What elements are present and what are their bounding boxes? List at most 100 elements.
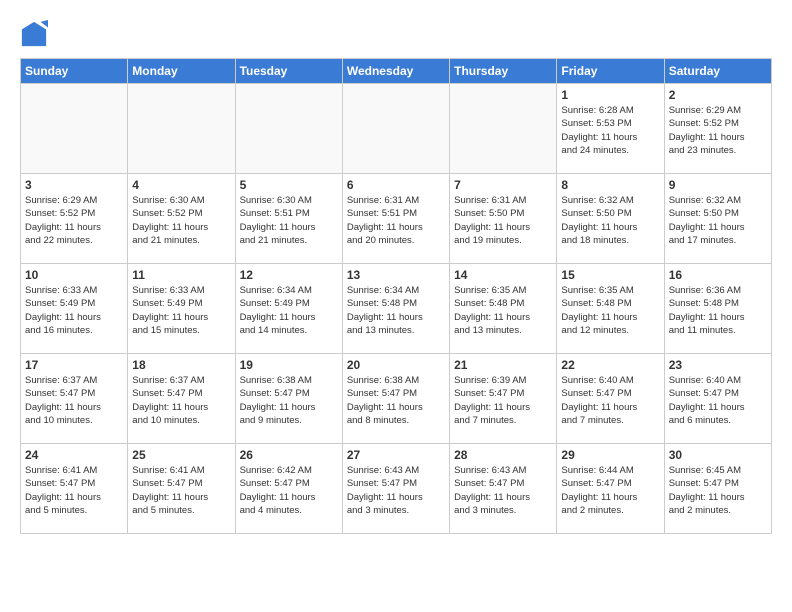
day-cell: 23 Sunrise: 6:40 AM Sunset: 5:47 PM Dayli… xyxy=(664,354,771,444)
day-info: Sunrise: 6:32 AM Sunset: 5:50 PM Dayligh… xyxy=(669,194,767,247)
calendar-body: 1 Sunrise: 6:28 AM Sunset: 5:53 PM Daylig… xyxy=(21,84,772,534)
day-number: 21 xyxy=(454,358,552,372)
day-number: 11 xyxy=(132,268,230,282)
week-row-5: 24 Sunrise: 6:41 AM Sunset: 5:47 PM Dayli… xyxy=(21,444,772,534)
day-info: Sunrise: 6:32 AM Sunset: 5:50 PM Dayligh… xyxy=(561,194,659,247)
day-info: Sunrise: 6:44 AM Sunset: 5:47 PM Dayligh… xyxy=(561,464,659,517)
weekday-header-wednesday: Wednesday xyxy=(342,59,449,84)
day-number: 18 xyxy=(132,358,230,372)
day-cell: 13 Sunrise: 6:34 AM Sunset: 5:48 PM Dayli… xyxy=(342,264,449,354)
day-cell: 21 Sunrise: 6:39 AM Sunset: 5:47 PM Dayli… xyxy=(450,354,557,444)
day-info: Sunrise: 6:34 AM Sunset: 5:48 PM Dayligh… xyxy=(347,284,445,337)
header xyxy=(20,20,772,48)
day-number: 6 xyxy=(347,178,445,192)
day-info: Sunrise: 6:29 AM Sunset: 5:52 PM Dayligh… xyxy=(669,104,767,157)
day-info: Sunrise: 6:28 AM Sunset: 5:53 PM Dayligh… xyxy=(561,104,659,157)
day-info: Sunrise: 6:40 AM Sunset: 5:47 PM Dayligh… xyxy=(561,374,659,427)
day-cell: 28 Sunrise: 6:43 AM Sunset: 5:47 PM Dayli… xyxy=(450,444,557,534)
day-info: Sunrise: 6:40 AM Sunset: 5:47 PM Dayligh… xyxy=(669,374,767,427)
weekday-header-row: SundayMondayTuesdayWednesdayThursdayFrid… xyxy=(21,59,772,84)
day-cell: 11 Sunrise: 6:33 AM Sunset: 5:49 PM Dayli… xyxy=(128,264,235,354)
day-cell: 6 Sunrise: 6:31 AM Sunset: 5:51 PM Daylig… xyxy=(342,174,449,264)
weekday-header-sunday: Sunday xyxy=(21,59,128,84)
day-cell: 7Sunrise: 6:31 AM Sunset: 5:50 PM Daylig… xyxy=(450,174,557,264)
day-number: 9 xyxy=(669,178,767,192)
calendar-table: SundayMondayTuesdayWednesdayThursdayFrid… xyxy=(20,58,772,534)
weekday-header-thursday: Thursday xyxy=(450,59,557,84)
day-cell: 27 Sunrise: 6:43 AM Sunset: 5:47 PM Dayli… xyxy=(342,444,449,534)
day-number: 1 xyxy=(561,88,659,102)
day-number: 28 xyxy=(454,448,552,462)
day-cell: 1 Sunrise: 6:28 AM Sunset: 5:53 PM Daylig… xyxy=(557,84,664,174)
day-number: 14 xyxy=(454,268,552,282)
day-cell xyxy=(128,84,235,174)
weekday-header-saturday: Saturday xyxy=(664,59,771,84)
day-info: Sunrise: 6:33 AM Sunset: 5:49 PM Dayligh… xyxy=(132,284,230,337)
day-number: 23 xyxy=(669,358,767,372)
day-number: 8 xyxy=(561,178,659,192)
day-info: Sunrise: 6:41 AM Sunset: 5:47 PM Dayligh… xyxy=(132,464,230,517)
day-cell xyxy=(235,84,342,174)
day-cell xyxy=(21,84,128,174)
day-cell: 3 Sunrise: 6:29 AM Sunset: 5:52 PM Daylig… xyxy=(21,174,128,264)
day-number: 3 xyxy=(25,178,123,192)
day-number: 15 xyxy=(561,268,659,282)
day-cell: 10 Sunrise: 6:33 AM Sunset: 5:49 PM Dayli… xyxy=(21,264,128,354)
day-cell: 8 Sunrise: 6:32 AM Sunset: 5:50 PM Daylig… xyxy=(557,174,664,264)
logo xyxy=(20,20,52,48)
day-info: Sunrise: 6:29 AM Sunset: 5:52 PM Dayligh… xyxy=(25,194,123,247)
day-number: 16 xyxy=(669,268,767,282)
week-row-2: 3 Sunrise: 6:29 AM Sunset: 5:52 PM Daylig… xyxy=(21,174,772,264)
day-cell: 2 Sunrise: 6:29 AM Sunset: 5:52 PM Daylig… xyxy=(664,84,771,174)
day-info: Sunrise: 6:41 AM Sunset: 5:47 PM Dayligh… xyxy=(25,464,123,517)
day-number: 4 xyxy=(132,178,230,192)
day-cell: 29 Sunrise: 6:44 AM Sunset: 5:47 PM Dayli… xyxy=(557,444,664,534)
week-row-3: 10 Sunrise: 6:33 AM Sunset: 5:49 PM Dayli… xyxy=(21,264,772,354)
day-info: Sunrise: 6:39 AM Sunset: 5:47 PM Dayligh… xyxy=(454,374,552,427)
day-info: Sunrise: 6:35 AM Sunset: 5:48 PM Dayligh… xyxy=(561,284,659,337)
day-number: 20 xyxy=(347,358,445,372)
day-cell: 26Sunrise: 6:42 AM Sunset: 5:47 PM Dayli… xyxy=(235,444,342,534)
day-cell: 25 Sunrise: 6:41 AM Sunset: 5:47 PM Dayli… xyxy=(128,444,235,534)
logo-icon xyxy=(20,20,48,48)
day-info: Sunrise: 6:36 AM Sunset: 5:48 PM Dayligh… xyxy=(669,284,767,337)
day-cell: 15 Sunrise: 6:35 AM Sunset: 5:48 PM Dayli… xyxy=(557,264,664,354)
day-number: 27 xyxy=(347,448,445,462)
day-info: Sunrise: 6:35 AM Sunset: 5:48 PM Dayligh… xyxy=(454,284,552,337)
day-cell: 18 Sunrise: 6:37 AM Sunset: 5:47 PM Dayli… xyxy=(128,354,235,444)
day-cell: 12 Sunrise: 6:34 AM Sunset: 5:49 PM Dayli… xyxy=(235,264,342,354)
day-cell xyxy=(450,84,557,174)
day-cell: 14 Sunrise: 6:35 AM Sunset: 5:48 PM Dayli… xyxy=(450,264,557,354)
day-number: 22 xyxy=(561,358,659,372)
day-cell: 17 Sunrise: 6:37 AM Sunset: 5:47 PM Dayli… xyxy=(21,354,128,444)
day-cell: 20 Sunrise: 6:38 AM Sunset: 5:47 PM Dayli… xyxy=(342,354,449,444)
day-info: Sunrise: 6:34 AM Sunset: 5:49 PM Dayligh… xyxy=(240,284,338,337)
day-number: 19 xyxy=(240,358,338,372)
calendar-header: SundayMondayTuesdayWednesdayThursdayFrid… xyxy=(21,59,772,84)
weekday-header-tuesday: Tuesday xyxy=(235,59,342,84)
day-cell xyxy=(342,84,449,174)
day-number: 24 xyxy=(25,448,123,462)
day-info: Sunrise: 6:38 AM Sunset: 5:47 PM Dayligh… xyxy=(347,374,445,427)
day-number: 17 xyxy=(25,358,123,372)
day-info: Sunrise: 6:43 AM Sunset: 5:47 PM Dayligh… xyxy=(454,464,552,517)
day-info: Sunrise: 6:37 AM Sunset: 5:47 PM Dayligh… xyxy=(132,374,230,427)
day-info: Sunrise: 6:38 AM Sunset: 5:47 PM Dayligh… xyxy=(240,374,338,427)
day-number: 12 xyxy=(240,268,338,282)
day-info: Sunrise: 6:42 AM Sunset: 5:47 PM Dayligh… xyxy=(240,464,338,517)
day-number: 29 xyxy=(561,448,659,462)
day-info: Sunrise: 6:45 AM Sunset: 5:47 PM Dayligh… xyxy=(669,464,767,517)
day-cell: 16 Sunrise: 6:36 AM Sunset: 5:48 PM Dayli… xyxy=(664,264,771,354)
day-info: Sunrise: 6:31 AM Sunset: 5:50 PM Dayligh… xyxy=(454,194,552,247)
day-number: 5 xyxy=(240,178,338,192)
day-info: Sunrise: 6:30 AM Sunset: 5:51 PM Dayligh… xyxy=(240,194,338,247)
day-info: Sunrise: 6:43 AM Sunset: 5:47 PM Dayligh… xyxy=(347,464,445,517)
day-info: Sunrise: 6:37 AM Sunset: 5:47 PM Dayligh… xyxy=(25,374,123,427)
week-row-4: 17 Sunrise: 6:37 AM Sunset: 5:47 PM Dayli… xyxy=(21,354,772,444)
day-number: 10 xyxy=(25,268,123,282)
day-number: 2 xyxy=(669,88,767,102)
day-number: 13 xyxy=(347,268,445,282)
day-number: 25 xyxy=(132,448,230,462)
day-info: Sunrise: 6:31 AM Sunset: 5:51 PM Dayligh… xyxy=(347,194,445,247)
day-info: Sunrise: 6:33 AM Sunset: 5:49 PM Dayligh… xyxy=(25,284,123,337)
